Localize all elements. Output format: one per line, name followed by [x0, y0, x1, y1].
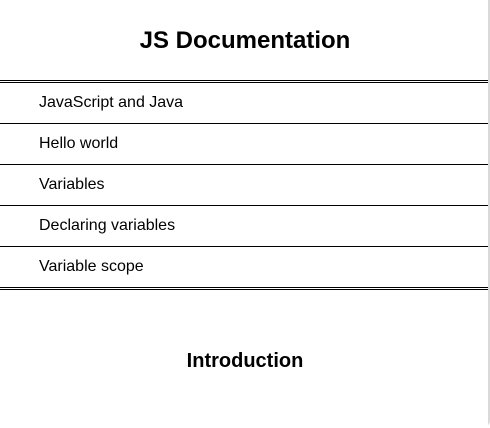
- nav-list-item: JavaScript and Java: [0, 83, 490, 124]
- nav-link-variable-scope[interactable]: Variable scope: [0, 247, 490, 287]
- nav-link-hello-world[interactable]: Hello world: [0, 124, 490, 165]
- nav-link-variables[interactable]: Variables: [0, 165, 490, 206]
- nav-list-item: Variables: [0, 165, 490, 206]
- nav-list-item: Hello world: [0, 124, 490, 165]
- section-heading-introduction: Introduction: [186, 350, 304, 372]
- nav-link-declaring-variables[interactable]: Declaring variables: [0, 206, 490, 247]
- documentation-page: JS Documentation JavaScript and Java Hel…: [0, 0, 490, 428]
- nav-list-item: Variable scope: [0, 247, 490, 287]
- nav-list: JavaScript and Java Hello world Variable…: [0, 80, 490, 290]
- nav-link-javascript-and-java[interactable]: JavaScript and Java: [0, 83, 490, 124]
- nav-title: JS Documentation: [139, 27, 351, 54]
- nav-list-item: Declaring variables: [0, 206, 490, 247]
